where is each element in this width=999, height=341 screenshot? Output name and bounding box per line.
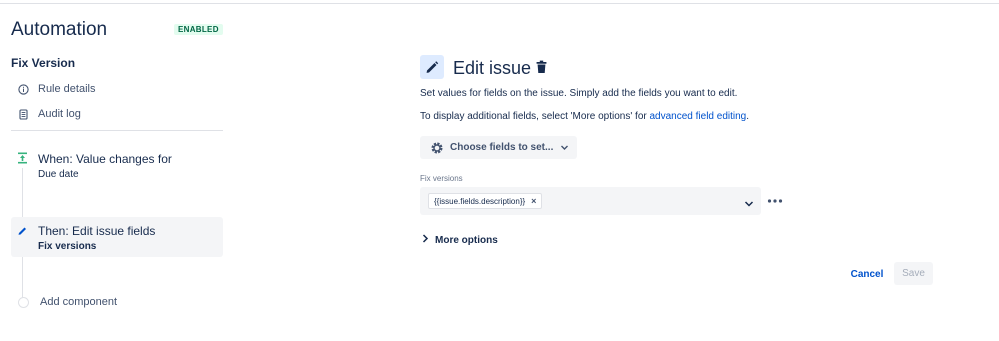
component-trigger[interactable]: When: Value changes for Due date bbox=[11, 146, 223, 188]
pencil-icon bbox=[420, 55, 444, 79]
rule-name: Fix Version bbox=[11, 56, 76, 70]
choose-fields-label: Choose fields to set... bbox=[450, 142, 554, 153]
description-text: To display additional fields, select 'Mo… bbox=[420, 111, 650, 122]
gear-icon bbox=[430, 141, 444, 155]
fix-versions-label: Fix versions bbox=[420, 174, 463, 183]
fix-versions-select[interactable]: {{issue.fields.description}} × bbox=[420, 187, 761, 215]
sidebar-item-label: Audit log bbox=[38, 108, 81, 120]
status-badge: ENABLED bbox=[174, 24, 223, 35]
chevron-down-icon[interactable] bbox=[744, 196, 754, 207]
chevron-down-icon bbox=[560, 143, 569, 152]
selected-value-tag: {{issue.fields.description}} × bbox=[428, 193, 543, 209]
component-title: Then: Edit issue fields bbox=[38, 224, 156, 238]
info-icon bbox=[18, 83, 29, 95]
panel-description-more: To display additional fields, select 'Mo… bbox=[420, 111, 749, 122]
trash-icon[interactable] bbox=[535, 60, 548, 74]
sidebar-item-audit-log[interactable]: Audit log bbox=[18, 108, 81, 120]
component-action-selected[interactable]: Then: Edit issue fields Fix versions bbox=[11, 217, 223, 257]
component-title: When: Value changes for bbox=[38, 152, 172, 166]
add-component-dot-icon bbox=[18, 296, 29, 308]
save-button[interactable]: Save bbox=[894, 262, 933, 285]
more-options-toggle[interactable]: More options bbox=[422, 234, 498, 246]
document-icon bbox=[18, 108, 29, 120]
add-component-label: Add component bbox=[40, 296, 118, 308]
panel-description: Set values for fields on the issue. Simp… bbox=[420, 88, 738, 99]
top-border bbox=[0, 3, 999, 4]
chevron-right-icon bbox=[422, 234, 429, 246]
panel-title: Edit issue bbox=[453, 58, 532, 78]
add-component-button[interactable]: Add component bbox=[18, 296, 117, 308]
sidebar-item-rule-details[interactable]: Rule details bbox=[18, 83, 95, 95]
page-title: Automation bbox=[11, 19, 108, 40]
trigger-icon bbox=[17, 152, 28, 164]
component-subtitle: Fix versions bbox=[38, 241, 97, 252]
more-options-label: More options bbox=[435, 234, 498, 246]
sidebar-divider bbox=[11, 130, 223, 131]
tag-label: {{issue.fields.description}} bbox=[434, 196, 526, 206]
more-actions-icon[interactable] bbox=[767, 193, 783, 203]
remove-tag-icon[interactable]: × bbox=[531, 196, 536, 206]
sidebar-item-label: Rule details bbox=[38, 83, 96, 95]
pencil-icon bbox=[17, 224, 28, 236]
cancel-button[interactable]: Cancel bbox=[846, 264, 888, 284]
description-suffix: . bbox=[746, 111, 750, 122]
choose-fields-button[interactable]: Choose fields to set... bbox=[420, 136, 577, 159]
component-subtitle: Due date bbox=[38, 169, 79, 180]
advanced-field-editing-link[interactable]: advanced field editing bbox=[650, 111, 747, 122]
